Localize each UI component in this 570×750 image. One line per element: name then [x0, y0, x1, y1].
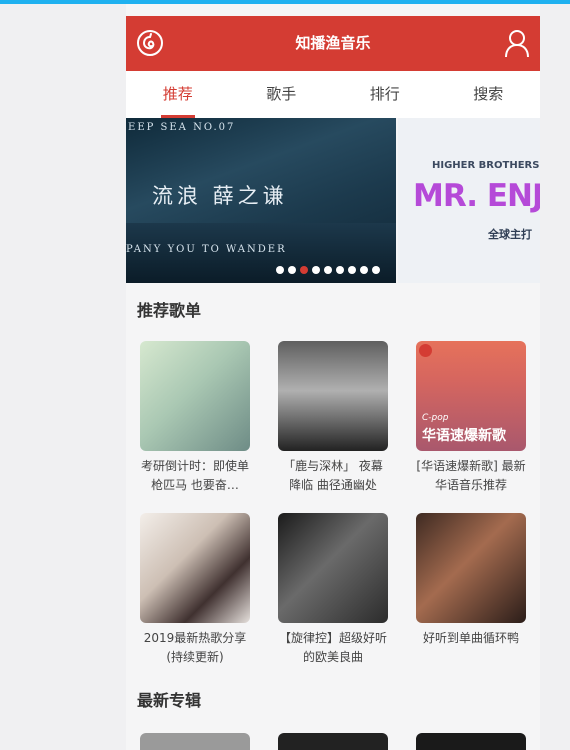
- tab-search[interactable]: 搜索: [437, 71, 541, 118]
- playlist-card[interactable]: 考研倒计时：即使单枪匹马 也要奋…: [140, 341, 250, 495]
- playlist-card[interactable]: C-pop 华语速爆新歌 [华语速爆新歌] 最新华语音乐推荐: [416, 341, 526, 495]
- tab-singers[interactable]: 歌手: [230, 71, 334, 118]
- cover-tag: C-pop: [422, 413, 449, 423]
- carousel-dot[interactable]: [312, 266, 320, 274]
- album-card[interactable]: [416, 733, 526, 750]
- playlist-cover[interactable]: [140, 513, 250, 623]
- playlist-card[interactable]: 【旋律控】超级好听的欧美良曲: [278, 513, 388, 667]
- playlist-caption[interactable]: [华语速爆新歌] 最新华语音乐推荐: [416, 457, 526, 495]
- album-card[interactable]: [278, 733, 388, 750]
- carousel-dot[interactable]: [288, 266, 296, 274]
- playlist-cover[interactable]: [278, 341, 388, 451]
- app-container: 知播渔音乐 推荐 歌手 排行 搜索 DEEP SEA NO.07 流浪 薛之谦 …: [126, 4, 540, 750]
- banner-next-title: MR. ENJO: [413, 178, 540, 214]
- playlist-cover[interactable]: [278, 513, 388, 623]
- tab-bar: 推荐 歌手 排行 搜索: [126, 71, 540, 118]
- playlist-caption[interactable]: 【旋律控】超级好听的欧美良曲: [278, 629, 388, 667]
- netease-badge-icon: [419, 344, 432, 357]
- playlist-caption[interactable]: 「鹿与深林」 夜幕降临 曲径通幽处: [278, 457, 388, 495]
- app-header: 知播渔音乐: [126, 16, 540, 71]
- playlist-card[interactable]: 2019最新热歌分享(持续更新): [140, 513, 250, 667]
- playlist-caption[interactable]: 2019最新热歌分享(持续更新): [140, 629, 250, 667]
- section-title-albums: 最新专辑: [137, 691, 202, 710]
- playlist-cover[interactable]: [416, 513, 526, 623]
- page-background: [0, 4, 121, 750]
- album-card[interactable]: [140, 733, 250, 750]
- tab-ranking[interactable]: 排行: [333, 71, 437, 118]
- carousel-dot[interactable]: [372, 266, 380, 274]
- carousel-dot[interactable]: [336, 266, 344, 274]
- banner-carousel[interactable]: DEEP SEA NO.07 流浪 薛之谦 PANY YOU TO WANDER…: [126, 118, 540, 283]
- playlist-caption[interactable]: 好听到单曲循环鸭: [416, 629, 526, 667]
- carousel-dot-active[interactable]: [300, 266, 308, 274]
- album-row: [126, 733, 540, 750]
- cover-title: 华语速爆新歌: [422, 428, 506, 444]
- carousel-dot[interactable]: [276, 266, 284, 274]
- app-title: 知播渔音乐: [295, 34, 371, 52]
- carousel-dots: [276, 266, 380, 274]
- banner-slide-top-text: DEEP SEA NO.07: [126, 122, 236, 133]
- carousel-dot[interactable]: [348, 266, 356, 274]
- banner-slide-bottom-text: PANY YOU TO WANDER: [126, 244, 287, 255]
- playlist-card[interactable]: 「鹿与深林」 夜幕降临 曲径通幽处: [278, 341, 388, 495]
- user-icon[interactable]: [504, 28, 530, 58]
- section-title-recommended: 推荐歌单: [137, 301, 202, 320]
- banner-next-label: HIGHER BROTHERS: [432, 160, 540, 171]
- carousel-dot[interactable]: [360, 266, 368, 274]
- playlist-cover[interactable]: C-pop 华语速爆新歌: [416, 341, 526, 451]
- banner-slide-title: 流浪 薛之谦: [152, 184, 288, 208]
- playlist-cover[interactable]: [140, 341, 250, 451]
- banner-slide-next[interactable]: HIGHER BROTHERS MR. ENJO 全球主打: [398, 118, 540, 283]
- carousel-dot[interactable]: [324, 266, 332, 274]
- tab-recommend[interactable]: 推荐: [126, 71, 230, 118]
- banner-slide[interactable]: DEEP SEA NO.07 流浪 薛之谦 PANY YOU TO WANDER: [126, 118, 396, 283]
- playlist-card[interactable]: 好听到单曲循环鸭: [416, 513, 526, 667]
- banner-next-subtitle: 全球主打: [488, 228, 532, 241]
- playlist-caption[interactable]: 考研倒计时：即使单枪匹马 也要奋…: [140, 457, 250, 495]
